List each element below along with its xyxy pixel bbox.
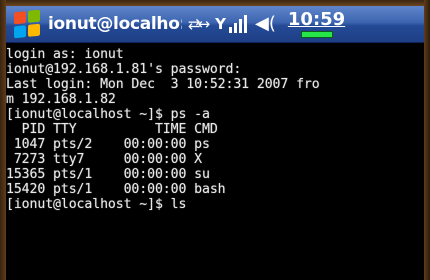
title-bar: ionut@localho: ⇄↔ Y ◀( 10:59 [6,6,424,43]
terminal-output[interactable]: login as: ionut ionut@192.168.1.81's pas… [6,43,424,280]
terminal-line: 15365 pts/1 00:00:00 su [6,167,210,182]
terminal-line: ionut@192.168.1.81's password: [6,62,242,77]
terminal-line: 1047 pts/2 00:00:00 ps [6,137,210,152]
window-title: ionut@localho: [48,14,182,34]
terminal-line: login as: ionut [6,47,124,62]
sync-icon[interactable]: ⇄↔ [188,16,210,32]
terminal-line: Last login: Mon Dec 3 10:52:31 2007 fro [6,77,320,92]
device-screen: ionut@localho: ⇄↔ Y ◀( 10:59 login as: i… [6,6,424,280]
battery-icon [300,30,333,38]
windows-start-icon[interactable] [14,9,40,39]
terminal-line: m 192.168.1.82 [6,92,116,107]
device-frame-right [424,0,430,280]
terminal-prompt-line: [ionut@localhost ~]$ ls [6,197,187,212]
terminal-line: PID TTY TIME CMD [6,122,218,137]
speaker-icon[interactable]: ◀( [255,15,276,33]
status-icons: ⇄↔ Y ◀( 10:59 [188,8,346,38]
clock: 10:59 [287,8,346,30]
terminal-line: [ionut@localhost ~]$ ps -a [6,107,210,122]
terminal-line: 7273 tty7 00:00:00 X [6,152,202,167]
clock-area[interactable]: 10:59 [287,8,346,38]
signal-icon[interactable]: Y [215,15,248,33]
terminal-line: 15420 pts/1 00:00:00 bash [6,182,226,197]
